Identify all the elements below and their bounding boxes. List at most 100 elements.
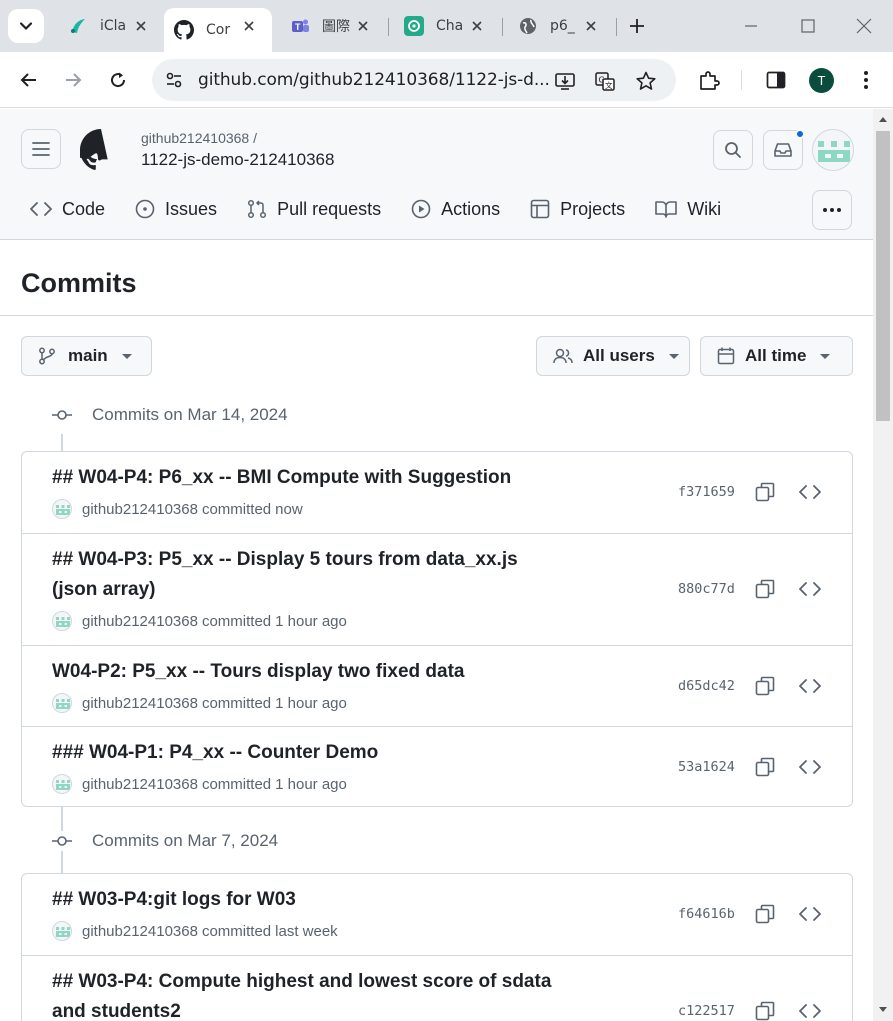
commit-sha-link[interactable]: 880c77d [678, 581, 735, 597]
site-settings-icon[interactable] [164, 70, 184, 90]
commit-action-text: committed [201, 922, 272, 940]
more-nav-button[interactable] [812, 190, 852, 230]
branch-selector[interactable]: main [21, 336, 152, 376]
commit-sha-link[interactable]: f64616b [678, 906, 735, 922]
address-bar[interactable]: github.com/github212410368/1122-js-d... … [152, 59, 676, 101]
author-avatar[interactable] [52, 921, 72, 941]
reload-button[interactable] [106, 68, 130, 92]
copy-sha-button[interactable] [753, 902, 777, 926]
copy-sha-button[interactable] [753, 755, 777, 779]
commit-row[interactable]: ## W04-P3: P5_xx -- Display 5 tours from… [22, 533, 852, 645]
commit-title-link[interactable]: W04-P2: P5_xx -- Tours display two fixed… [52, 657, 552, 687]
commit-title-link[interactable]: ## W04-P3: P5_xx -- Display 5 tours from… [52, 545, 552, 605]
commit-title-link[interactable]: ## W03-P4: Compute highest and lowest sc… [52, 967, 552, 1021]
author-avatar[interactable] [52, 774, 72, 794]
commit-sha-link[interactable]: c122517 [678, 1003, 735, 1019]
author-avatar[interactable] [52, 499, 72, 519]
bookmark-star-icon[interactable] [635, 70, 657, 92]
scroll-down-arrow-icon[interactable] [879, 1007, 887, 1012]
iclass-icon [68, 16, 88, 36]
commit-row[interactable]: W04-P2: P5_xx -- Tours display two fixed… [22, 645, 852, 726]
globe-icon [518, 16, 538, 36]
extensions-button[interactable] [697, 68, 721, 92]
browse-repo-button[interactable] [798, 577, 822, 601]
commit-row[interactable]: ## W03-P4: Compute highest and lowest sc… [22, 955, 852, 1021]
browser-tab-iclass[interactable]: iCla [52, 8, 164, 44]
maximize-button[interactable] [796, 14, 820, 38]
browse-repo-button[interactable] [798, 674, 822, 698]
users-filter[interactable]: All users [536, 336, 690, 376]
github-logo-icon[interactable] [76, 129, 122, 171]
svg-text:文: 文 [605, 80, 613, 90]
commit-sha-link[interactable]: 53a1624 [678, 759, 735, 775]
commit-author-link[interactable]: github212410368 [82, 776, 198, 793]
commit-sha-link[interactable]: f371659 [678, 484, 735, 500]
commit-author-link[interactable]: github212410368 [82, 613, 198, 630]
copy-icon [755, 1001, 775, 1021]
repo-nav-actions[interactable]: Actions [411, 199, 500, 220]
commit-time: last week [275, 922, 338, 940]
repo-navigation: Code Issues Pull requests Actions Projec… [30, 197, 751, 221]
copy-sha-button[interactable] [753, 577, 777, 601]
close-icon[interactable] [132, 17, 150, 35]
browser-menu-button[interactable] [854, 68, 878, 92]
repo-nav-pull-requests[interactable]: Pull requests [247, 199, 381, 220]
repo-nav-wiki[interactable]: Wiki [655, 199, 721, 220]
close-icon[interactable] [240, 17, 258, 35]
browse-repo-button[interactable] [798, 999, 822, 1021]
scroll-up-arrow-icon[interactable] [879, 117, 887, 122]
commit-row[interactable]: ## W03-P4:git logs for W03 github2124103… [22, 874, 852, 955]
side-panel-button[interactable] [764, 68, 788, 92]
forward-button[interactable] [61, 68, 85, 92]
browse-repo-button[interactable] [798, 755, 822, 779]
copy-sha-button[interactable] [753, 999, 777, 1021]
install-app-icon[interactable] [554, 70, 576, 92]
time-filter[interactable]: All time [700, 336, 853, 376]
commit-row[interactable]: ### W04-P1: P4_xx -- Counter Demo github… [22, 726, 852, 806]
author-avatar[interactable] [52, 693, 72, 713]
browser-tab-teams[interactable]: T 圖際 [274, 8, 386, 44]
inbox-icon [774, 143, 792, 157]
search-button[interactable] [713, 130, 753, 170]
repo-owner-link[interactable]: github212410368 / [141, 130, 257, 146]
scrollbar-thumb[interactable] [876, 131, 890, 421]
new-tab-button[interactable] [625, 14, 649, 38]
identicon-avatar-icon [813, 130, 853, 170]
back-button[interactable] [17, 68, 41, 92]
repo-name-link[interactable]: 1122-js-demo-212410368 [141, 150, 334, 170]
copy-sha-button[interactable] [753, 674, 777, 698]
commit-title-link[interactable]: ## W04-P4: P6_xx -- BMI Compute with Sug… [52, 463, 552, 493]
window-close-button[interactable] [852, 14, 876, 38]
user-avatar[interactable] [812, 129, 854, 171]
browser-tab-github[interactable]: Cor [164, 8, 272, 52]
browser-tab-p6[interactable]: p6_ [502, 8, 614, 44]
commit-sha-link[interactable]: d65dc42 [678, 678, 735, 694]
author-avatar[interactable] [52, 611, 72, 631]
tab-search-button[interactable] [8, 9, 44, 43]
hamburger-menu-button[interactable] [21, 129, 61, 169]
browser-tab-chatgpt[interactable]: Cha [388, 8, 500, 44]
repo-nav-code[interactable]: Code [30, 199, 105, 220]
close-icon[interactable] [354, 17, 372, 35]
commit-title-link[interactable]: ## W03-P4:git logs for W03 [52, 885, 552, 915]
commit-author-link[interactable]: github212410368 [82, 695, 198, 712]
time-filter-label: All time [745, 346, 807, 365]
commit-title-link[interactable]: ### W04-P1: P4_xx -- Counter Demo [52, 738, 552, 768]
repo-nav-issues[interactable]: Issues [135, 199, 217, 220]
minimize-icon [745, 25, 757, 27]
commit-author-link[interactable]: github212410368 [82, 501, 198, 518]
browse-repo-button[interactable] [798, 902, 822, 926]
minimize-button[interactable] [739, 14, 763, 38]
repo-nav-projects[interactable]: Projects [530, 199, 625, 220]
tab-title: p6_ [550, 18, 575, 34]
translate-icon[interactable]: G文 [594, 70, 616, 92]
close-icon[interactable] [468, 17, 486, 35]
page-scrollbar[interactable] [873, 109, 893, 1021]
close-icon[interactable] [582, 17, 600, 35]
commit-list: ## W03-P4:git logs for W03 github2124103… [21, 873, 853, 1021]
copy-sha-button[interactable] [753, 480, 777, 504]
profile-avatar[interactable]: T [809, 68, 834, 93]
commit-author-link[interactable]: github212410368 [82, 923, 198, 940]
commit-row[interactable]: ## W04-P4: P6_xx -- BMI Compute with Sug… [22, 452, 852, 533]
browse-repo-button[interactable] [798, 480, 822, 504]
